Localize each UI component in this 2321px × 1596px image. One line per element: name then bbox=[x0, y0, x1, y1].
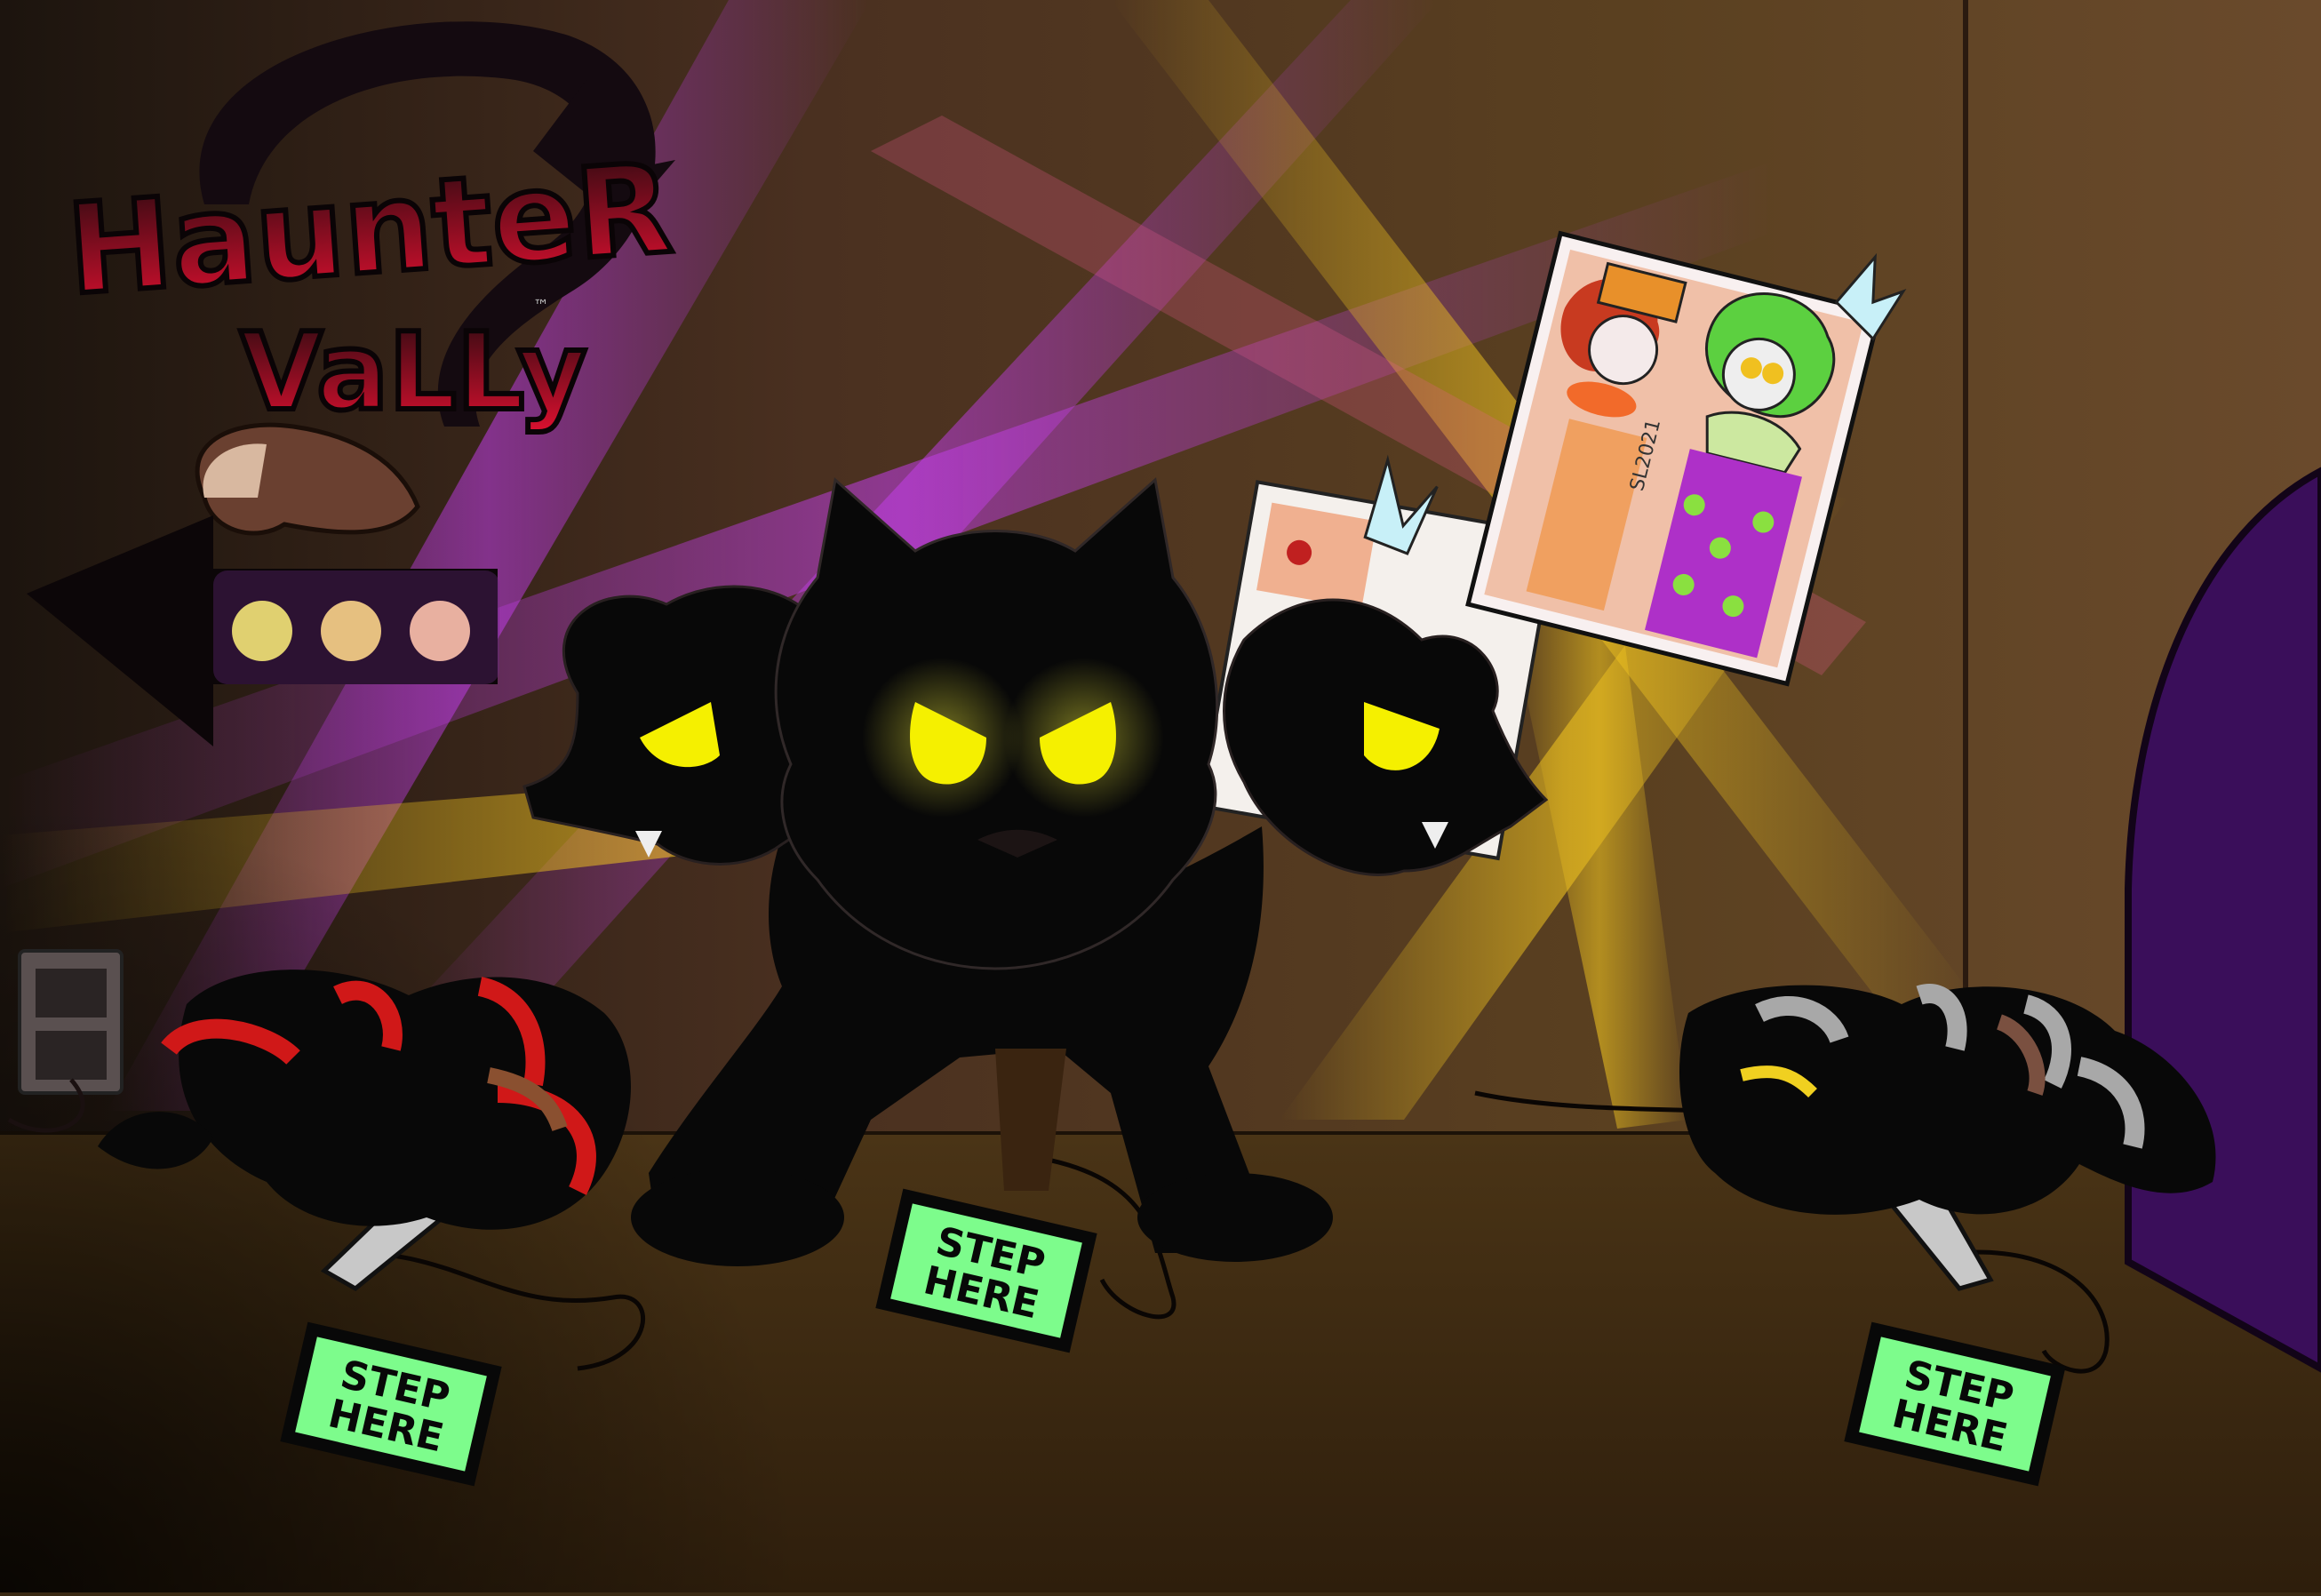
arrow-light bbox=[232, 601, 292, 661]
arrow-light bbox=[410, 601, 470, 661]
arrow-light bbox=[321, 601, 381, 661]
illustration: HauntеR VaLLy ™ SL2021 STEP HERE STEP HE… bbox=[0, 0, 2321, 1592]
sign-title-line2: VaLLy bbox=[240, 311, 586, 435]
sign-trademark: ™ bbox=[533, 297, 549, 315]
scene: HauntеR VaLLy ™ SL2021 STEP HERE STEP HE… bbox=[0, 0, 2321, 1592]
